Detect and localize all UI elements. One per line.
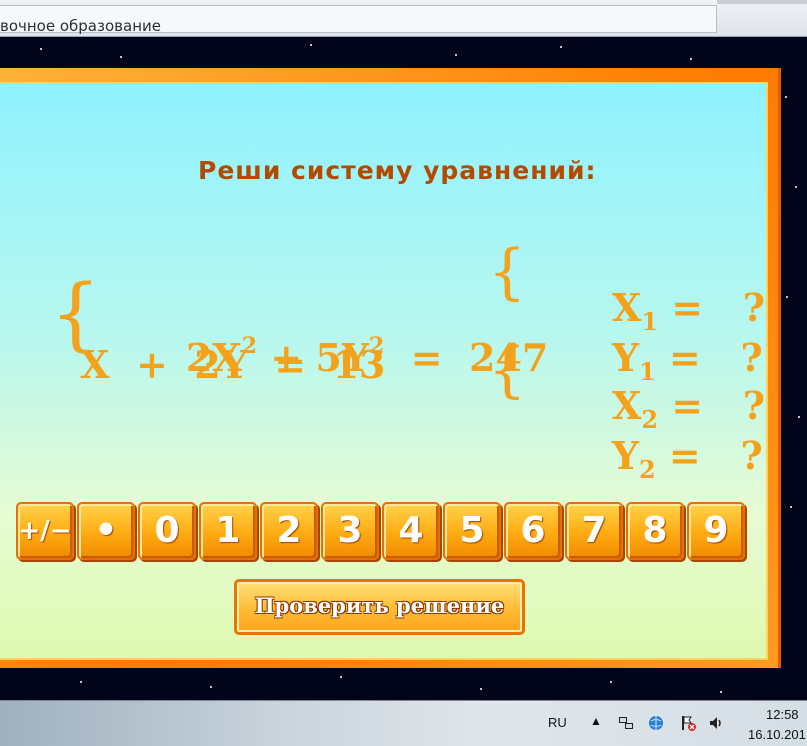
volume-icon[interactable] [708,715,724,731]
key-1[interactable]: 1 [199,502,257,560]
equation-2: X + 2Y = 13 [80,342,386,387]
window-title: вочное образование [0,17,161,35]
network-icon[interactable] [618,715,634,731]
key-6[interactable]: 6 [504,502,562,560]
window-titlebar: вочное образование [0,0,807,37]
task-heading: Реши систему уравнений: [198,156,597,185]
key-5[interactable]: 5 [443,502,501,560]
key-8[interactable]: 8 [626,502,684,560]
clock-date[interactable]: 16.10.201 [748,727,806,742]
globe-icon[interactable] [648,715,664,731]
check-solution-button[interactable]: Проверить решение [234,579,525,635]
window-controls[interactable] [717,0,807,4]
windows-taskbar: RU ▲ 12:58 16.10.201 [0,700,807,746]
key-decimal-point[interactable]: • [77,502,135,560]
clock-time[interactable]: 12:58 [766,707,799,722]
key-2[interactable]: 2 [260,502,318,560]
key-plus-minus[interactable]: +/− [16,502,74,560]
window-tab[interactable]: вочное образование [0,5,717,35]
key-9[interactable]: 9 [687,502,745,560]
key-4[interactable]: 4 [382,502,440,560]
key-0[interactable]: 0 [138,502,196,560]
show-hidden-icon[interactable]: ▲ [590,714,602,728]
action-center-flag-icon[interactable] [680,715,696,731]
lesson-panel: Реши систему уравнений: { 2X2 + 5Y2 = 24… [0,82,768,660]
language-indicator[interactable]: RU [548,715,567,730]
key-7[interactable]: 7 [565,502,623,560]
key-3[interactable]: 3 [321,502,379,560]
lesson-frame: Реши систему уравнений: { 2X2 + 5Y2 = 24… [0,68,781,668]
